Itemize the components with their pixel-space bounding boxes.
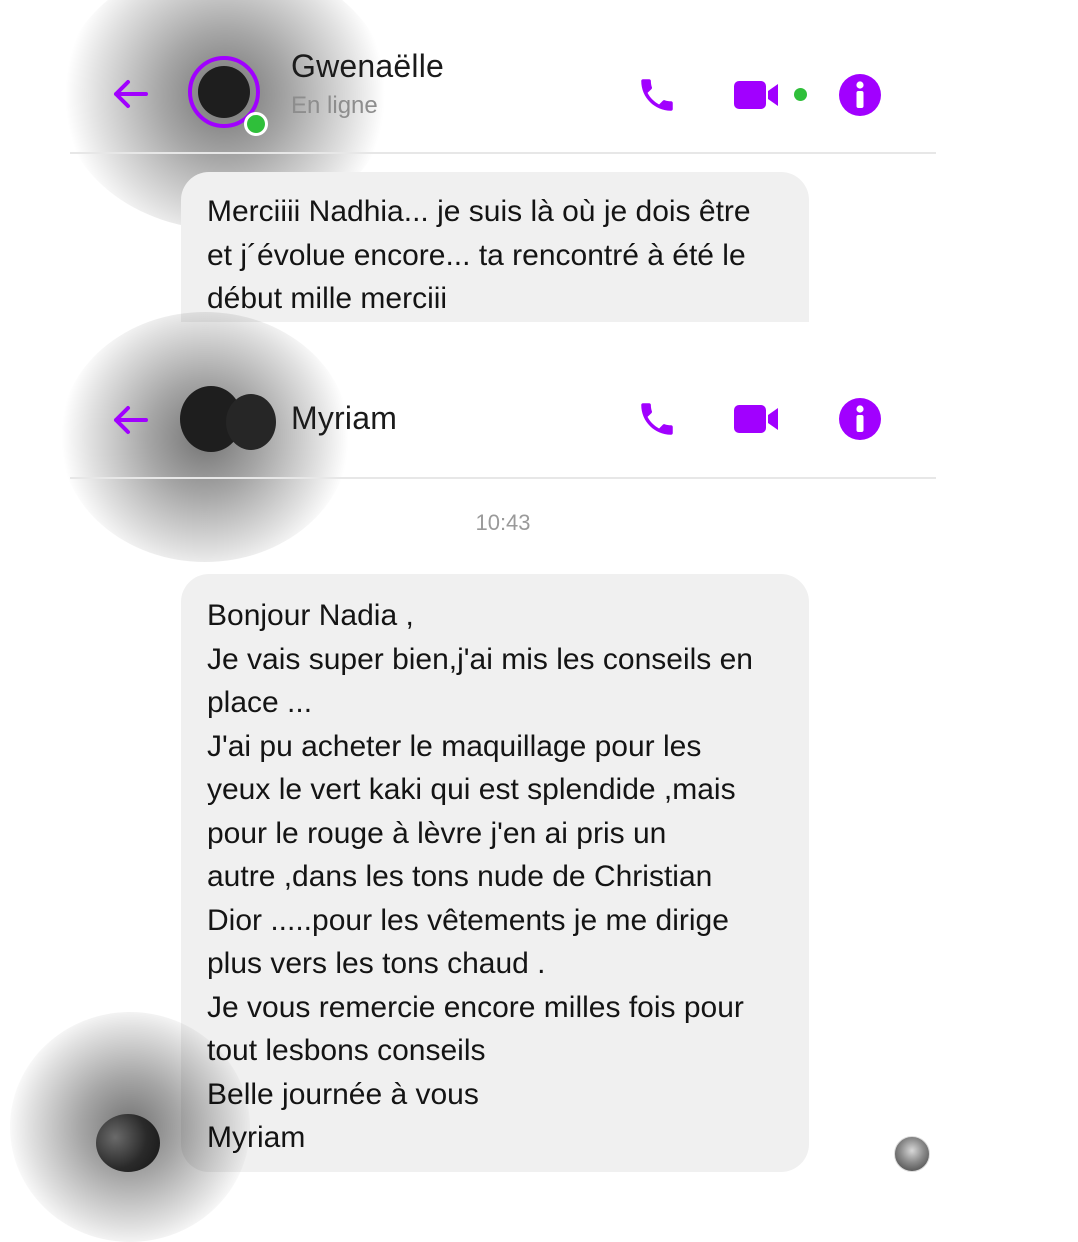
avatar-image-secondary <box>226 394 276 450</box>
chat-header: Gwenaëlle En ligne <box>70 0 936 154</box>
presence-status: En ligne <box>291 92 378 119</box>
call-active-dot <box>794 88 807 101</box>
read-receipt-avatar <box>894 1136 930 1172</box>
avatar-image <box>198 66 250 118</box>
contact-name: Gwenaëlle <box>291 48 445 84</box>
message-bubble-received: Bonjour Nadia , Je vais super bien,j'ai … <box>181 574 809 1172</box>
phone-icon[interactable] <box>636 74 678 116</box>
arrow-left-icon[interactable] <box>110 400 150 440</box>
avatar[interactable] <box>180 384 278 458</box>
online-indicator <box>244 112 268 136</box>
info-icon[interactable] <box>838 73 882 117</box>
sender-avatar <box>96 1114 160 1172</box>
chat-panel-myriam: Myriam 10:43 Bonjour Nadia , Je vais sup… <box>0 312 1078 1242</box>
chat-header: Myriam <box>70 322 936 479</box>
video-camera-icon[interactable] <box>734 404 784 434</box>
avatar[interactable] <box>188 56 268 136</box>
info-icon[interactable] <box>838 397 882 441</box>
message-timestamp: 10:43 <box>475 510 531 535</box>
chat-panel-gwenaelle: Gwenaëlle En ligne Merciiii Nadhia... je… <box>0 0 1078 322</box>
contact-name: Myriam <box>291 400 398 436</box>
phone-icon[interactable] <box>636 398 678 440</box>
arrow-left-icon[interactable] <box>110 74 150 114</box>
video-camera-icon[interactable] <box>734 80 784 110</box>
message-bubble-received: Merciiii Nadhia... je suis là où je dois… <box>181 172 809 322</box>
